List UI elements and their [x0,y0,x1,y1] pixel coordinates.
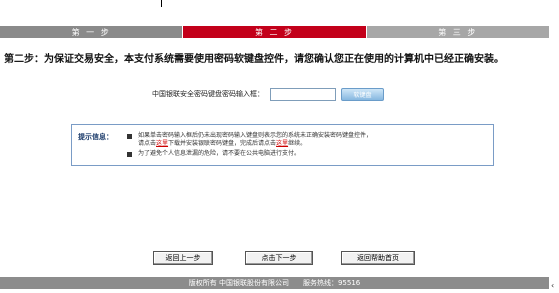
bullet-icon [127,151,132,157]
tip-line-1: 如果单击密码输入框后仍未出现密码输入键盘则表示您的系统未正确安装密码键盘控件， [127,132,372,140]
step-progress-bar: 第 一 步 第 二 步 第 三 步 [0,26,549,38]
tip-line-2-text-a: 请点击 [138,140,157,147]
footer-hotline: 服务热线：95516 [302,279,361,287]
soft-keyboard-button[interactable]: 软键盘 [341,87,384,101]
step-1-indicator: 第 一 步 [0,26,183,38]
tip-line-2-text-b: 下载并安装银联密码键盘，完成后请点击 [168,140,277,147]
tip-line-2-text-c: 继续。 [288,140,307,147]
prev-step-button[interactable]: 返回上一步 [153,251,213,265]
tip-title: 提示信息： [78,133,113,141]
password-row: 中国银联安全密码键盘密码输入框： 软键盘 [152,86,384,102]
page-heading: 第二步：为保证交易安全，本支付系统需要使用密码软键盘控件，请您确认您正在使用的计… [4,53,544,66]
password-label: 中国银联安全密码键盘密码输入框： [152,90,264,98]
step-2-indicator: 第 二 步 [183,26,366,38]
button-row: 返回上一步 点击下一步 返回帮助首页 [0,251,559,265]
password-input[interactable] [270,87,336,101]
tip-line-3: 为了避免个人信息泄漏的危险，请不要在公共电脑进行支付。 [127,150,300,158]
text-cursor [161,0,162,7]
download-link[interactable]: 这里 [156,140,168,148]
tip-line-1-text: 如果单击密码输入框后仍未出现密码输入键盘则表示您的系统未正确安装密码键盘控件， [138,132,373,139]
footer: 版权所有 中国银联股份有限公司 服务热线：95516 [0,277,549,289]
tip-line-3-text: 为了避免个人信息泄漏的危险，请不要在公共电脑进行支付。 [138,150,301,157]
arrow-left-icon: ‹ [551,281,555,290]
bullet-icon [127,133,132,139]
heading-step-label: 第二步： [4,54,44,65]
step-3-indicator: 第 三 步 [366,26,549,38]
footer-copyright: 版权所有 中国银联股份有限公司 [188,279,289,287]
continue-link[interactable]: 这里 [276,140,288,148]
next-step-button[interactable]: 点击下一步 [245,251,313,265]
tip-line-2: 请点击 这里 下载并安装银联密码键盘，完成后请点击 这里 继续。 [138,140,306,148]
help-home-button[interactable]: 返回帮助首页 [341,251,415,265]
heading-text: 为保证交易安全，本支付系统需要使用密码软键盘控件，请您确认您正在使用的计算机中已… [44,54,504,65]
tip-box: 提示信息： 如果单击密码输入框后仍未出现密码输入键盘则表示您的系统未正确安装密码… [71,124,494,166]
